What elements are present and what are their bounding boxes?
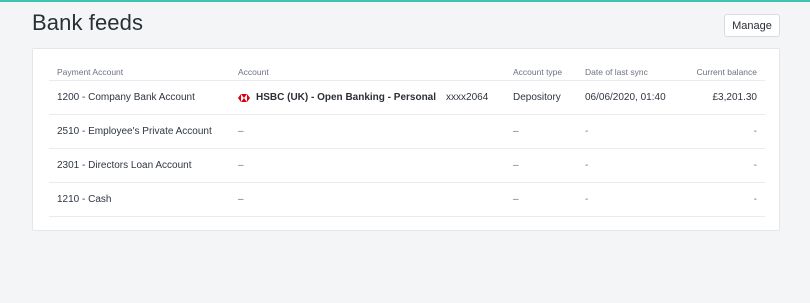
account-type-cell: – bbox=[513, 194, 519, 205]
header-payment-account: Payment Account bbox=[57, 66, 124, 77]
payment-account-cell: 1200 - Company Bank Account bbox=[57, 92, 195, 103]
account-cell: HSBC (UK) - Open Banking - Personal xxxx… bbox=[238, 81, 488, 114]
header-account: Account bbox=[238, 66, 269, 77]
page-title: Bank feeds bbox=[32, 10, 144, 35]
table-row[interactable]: 2510 - Employee's Private Account – – - … bbox=[49, 115, 765, 149]
account-type-cell: – bbox=[513, 126, 519, 137]
hsbc-logo-icon bbox=[238, 93, 250, 102]
payment-account-cell: 1210 - Cash bbox=[57, 194, 112, 205]
table-row[interactable]: 2301 - Directors Loan Account – – - - bbox=[49, 149, 765, 183]
header-account-type: Account type bbox=[513, 66, 563, 77]
balance-cell: - bbox=[753, 160, 757, 171]
table-row[interactable]: 1210 - Cash – – - - bbox=[49, 183, 765, 217]
last-sync-cell: - bbox=[585, 160, 589, 171]
top-accent-bar bbox=[0, 0, 810, 2]
payment-account-cell: 2301 - Directors Loan Account bbox=[57, 160, 192, 171]
header-current-balance: Current balance bbox=[696, 66, 757, 77]
table-header-row: Payment Account Account Account type Dat… bbox=[49, 63, 765, 81]
last-sync-cell: - bbox=[585, 126, 589, 137]
last-sync-cell: - bbox=[585, 194, 589, 205]
account-cell: – bbox=[238, 194, 244, 205]
balance-cell: - bbox=[753, 126, 757, 137]
bank-feeds-table: Payment Account Account Account type Dat… bbox=[49, 63, 765, 217]
account-cell: – bbox=[238, 126, 244, 137]
balance-cell: - bbox=[753, 194, 757, 205]
account-name: HSBC (UK) - Open Banking - Personal bbox=[256, 92, 437, 103]
account-type-cell: – bbox=[513, 160, 519, 171]
bank-feeds-card: Payment Account Account Account type Dat… bbox=[32, 48, 780, 231]
table-row[interactable]: 1200 - Company Bank Account HSBC (UK) - … bbox=[49, 81, 765, 115]
balance-cell: £3,201.30 bbox=[712, 92, 758, 103]
manage-button[interactable]: Manage bbox=[724, 14, 780, 37]
payment-account-cell: 2510 - Employee's Private Account bbox=[57, 126, 212, 137]
header-last-sync: Date of last sync bbox=[585, 66, 648, 77]
account-number-mask: xxxx2064 bbox=[446, 92, 489, 103]
account-cell: – bbox=[238, 160, 244, 171]
last-sync-cell: 06/06/2020, 01:40 bbox=[585, 92, 666, 103]
account-type-cell: Depository bbox=[513, 92, 561, 103]
